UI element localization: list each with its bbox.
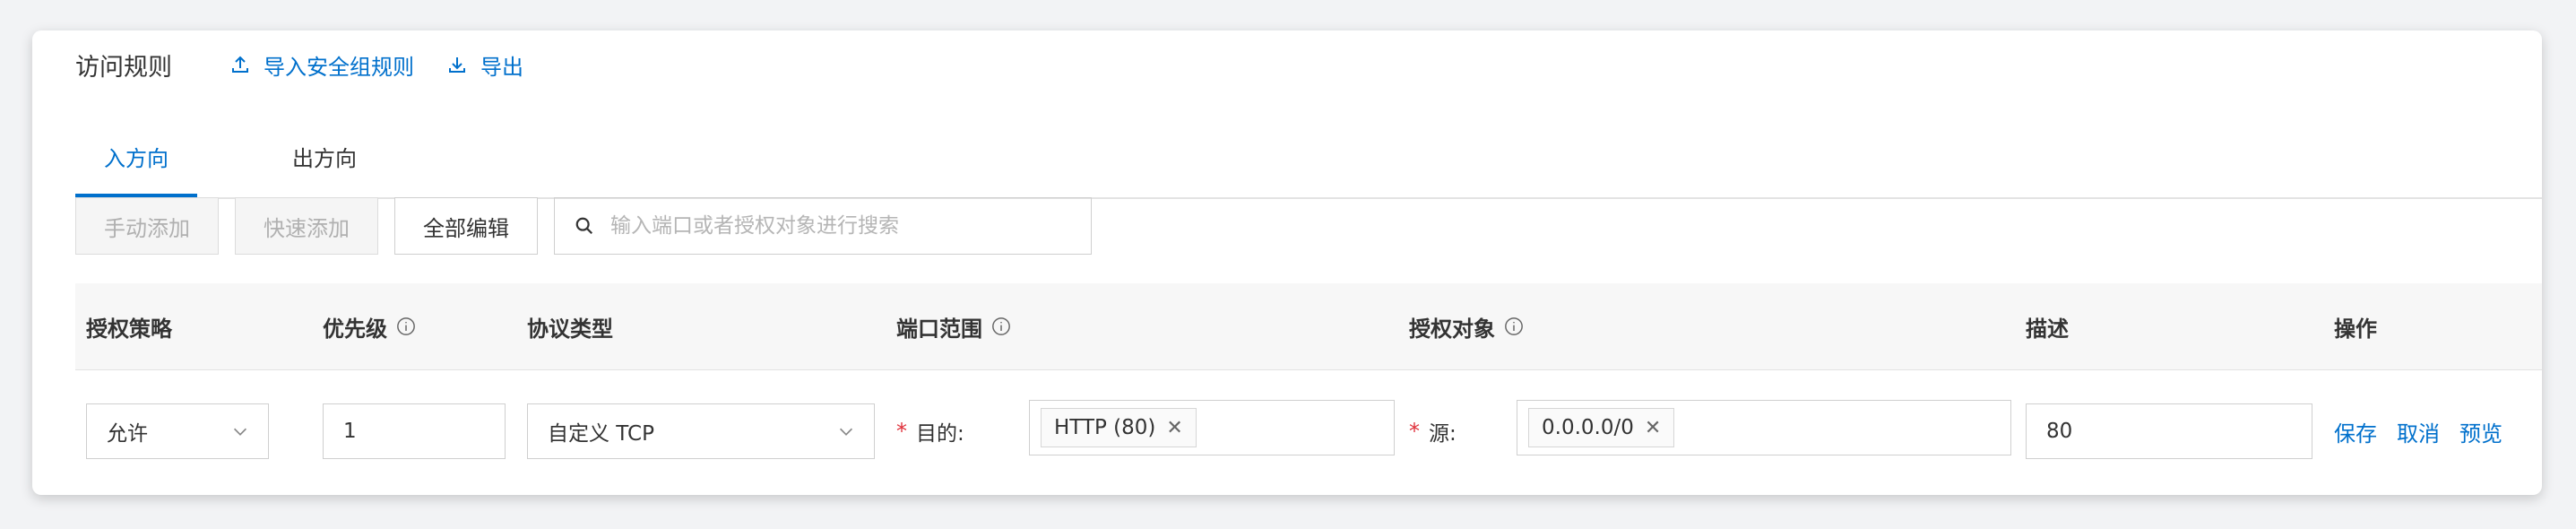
description-cell: 80 <box>2026 403 2312 459</box>
port-tag: HTTP (80) ✕ <box>1041 408 1197 447</box>
destination-label: 目的: <box>916 422 964 446</box>
search-input[interactable] <box>609 213 1078 238</box>
upload-icon <box>232 56 248 73</box>
column-header-policy: 授权策略 <box>86 316 172 342</box>
required-asterisk: * <box>1409 419 1420 444</box>
column-header-protocol: 协议类型 <box>527 316 613 342</box>
close-icon[interactable]: ✕ <box>1645 417 1661 439</box>
protocol-select[interactable]: 自定义 TCP <box>527 403 875 459</box>
page-title: 访问规则 <box>75 53 172 82</box>
search-box <box>554 197 1092 255</box>
info-icon[interactable] <box>396 317 416 336</box>
export-label: 导出 <box>480 54 523 80</box>
policy-cell: 允许 <box>86 403 269 459</box>
port-range-cell: * 目的: <box>896 403 964 459</box>
table-header: 授权策略 优先级 协议类型 端口范围 授权对象 描述 操作 <box>75 283 2542 370</box>
info-icon[interactable] <box>991 317 1011 336</box>
port-tag-field: HTTP (80) ✕ <box>1029 400 1395 455</box>
export-link[interactable]: 导出 <box>446 49 523 81</box>
preview-link[interactable]: 预览 <box>2459 416 2503 447</box>
policy-select[interactable]: 允许 <box>86 403 269 459</box>
chevron-down-icon <box>839 428 853 436</box>
close-icon[interactable]: ✕ <box>1166 417 1182 439</box>
priority-cell: 1 <box>323 403 506 459</box>
cancel-link[interactable]: 取消 <box>2397 416 2440 447</box>
tab-inbound[interactable]: 入方向 <box>75 117 197 197</box>
column-header-description: 描述 <box>2026 316 2069 342</box>
search-icon <box>575 217 593 235</box>
authorized-object-cell: * 源: <box>1409 403 1457 459</box>
edit-all-button[interactable]: 全部编辑 <box>394 197 538 255</box>
save-link[interactable]: 保存 <box>2334 416 2377 447</box>
source-label: 源: <box>1429 422 1457 446</box>
access-rules-panel: 访问规则 导入安全组规则 导出 入方向 出方向 手动添加 快速添加 全部编辑 输… <box>32 30 2542 495</box>
port-range-input[interactable]: HTTP (80) ✕ <box>1029 400 1395 455</box>
source-tag: 0.0.0.0/0 ✕ <box>1528 408 1675 447</box>
download-icon <box>449 57 465 73</box>
table-row: 允许 1 自定义 TCP * 目的: HTTP (80) ✕ * 源: 0.0.… <box>75 369 2542 495</box>
source-tag-field: 0.0.0.0/0 ✕ <box>1517 400 2011 455</box>
import-label: 导入安全组规则 <box>264 54 414 80</box>
authorized-object-input[interactable]: 0.0.0.0/0 ✕ <box>1517 400 2011 455</box>
column-header-actions: 操作 <box>2334 316 2377 342</box>
tab-inbound-label: 入方向 <box>104 145 169 171</box>
column-header-priority: 优先级 <box>323 283 416 369</box>
tab-outbound-label: 出方向 <box>292 145 357 171</box>
import-security-group-rules-link[interactable]: 导入安全组规则 <box>229 49 414 81</box>
quick-add-button[interactable]: 快速添加 <box>235 197 378 255</box>
column-header-authorized-object: 授权对象 <box>1409 283 1524 369</box>
tab-outbound[interactable]: 出方向 <box>264 117 385 195</box>
manual-add-button[interactable]: 手动添加 <box>75 197 219 255</box>
required-asterisk: * <box>896 419 907 444</box>
priority-input[interactable]: 1 <box>323 403 506 459</box>
column-header-port-range: 端口范围 <box>896 283 1011 369</box>
description-input[interactable]: 80 <box>2026 403 2312 459</box>
direction-tabs: 入方向 出方向 <box>75 117 2542 199</box>
protocol-cell: 自定义 TCP <box>527 403 875 459</box>
actions-cell: 保存 取消 预览 <box>2334 403 2522 459</box>
chevron-down-icon <box>233 428 247 436</box>
toolbar: 手动添加 快速添加 全部编辑 <box>75 197 1092 255</box>
header-bar: 访问规则 导入安全组规则 导出 <box>75 38 556 91</box>
info-icon[interactable] <box>1504 317 1524 336</box>
